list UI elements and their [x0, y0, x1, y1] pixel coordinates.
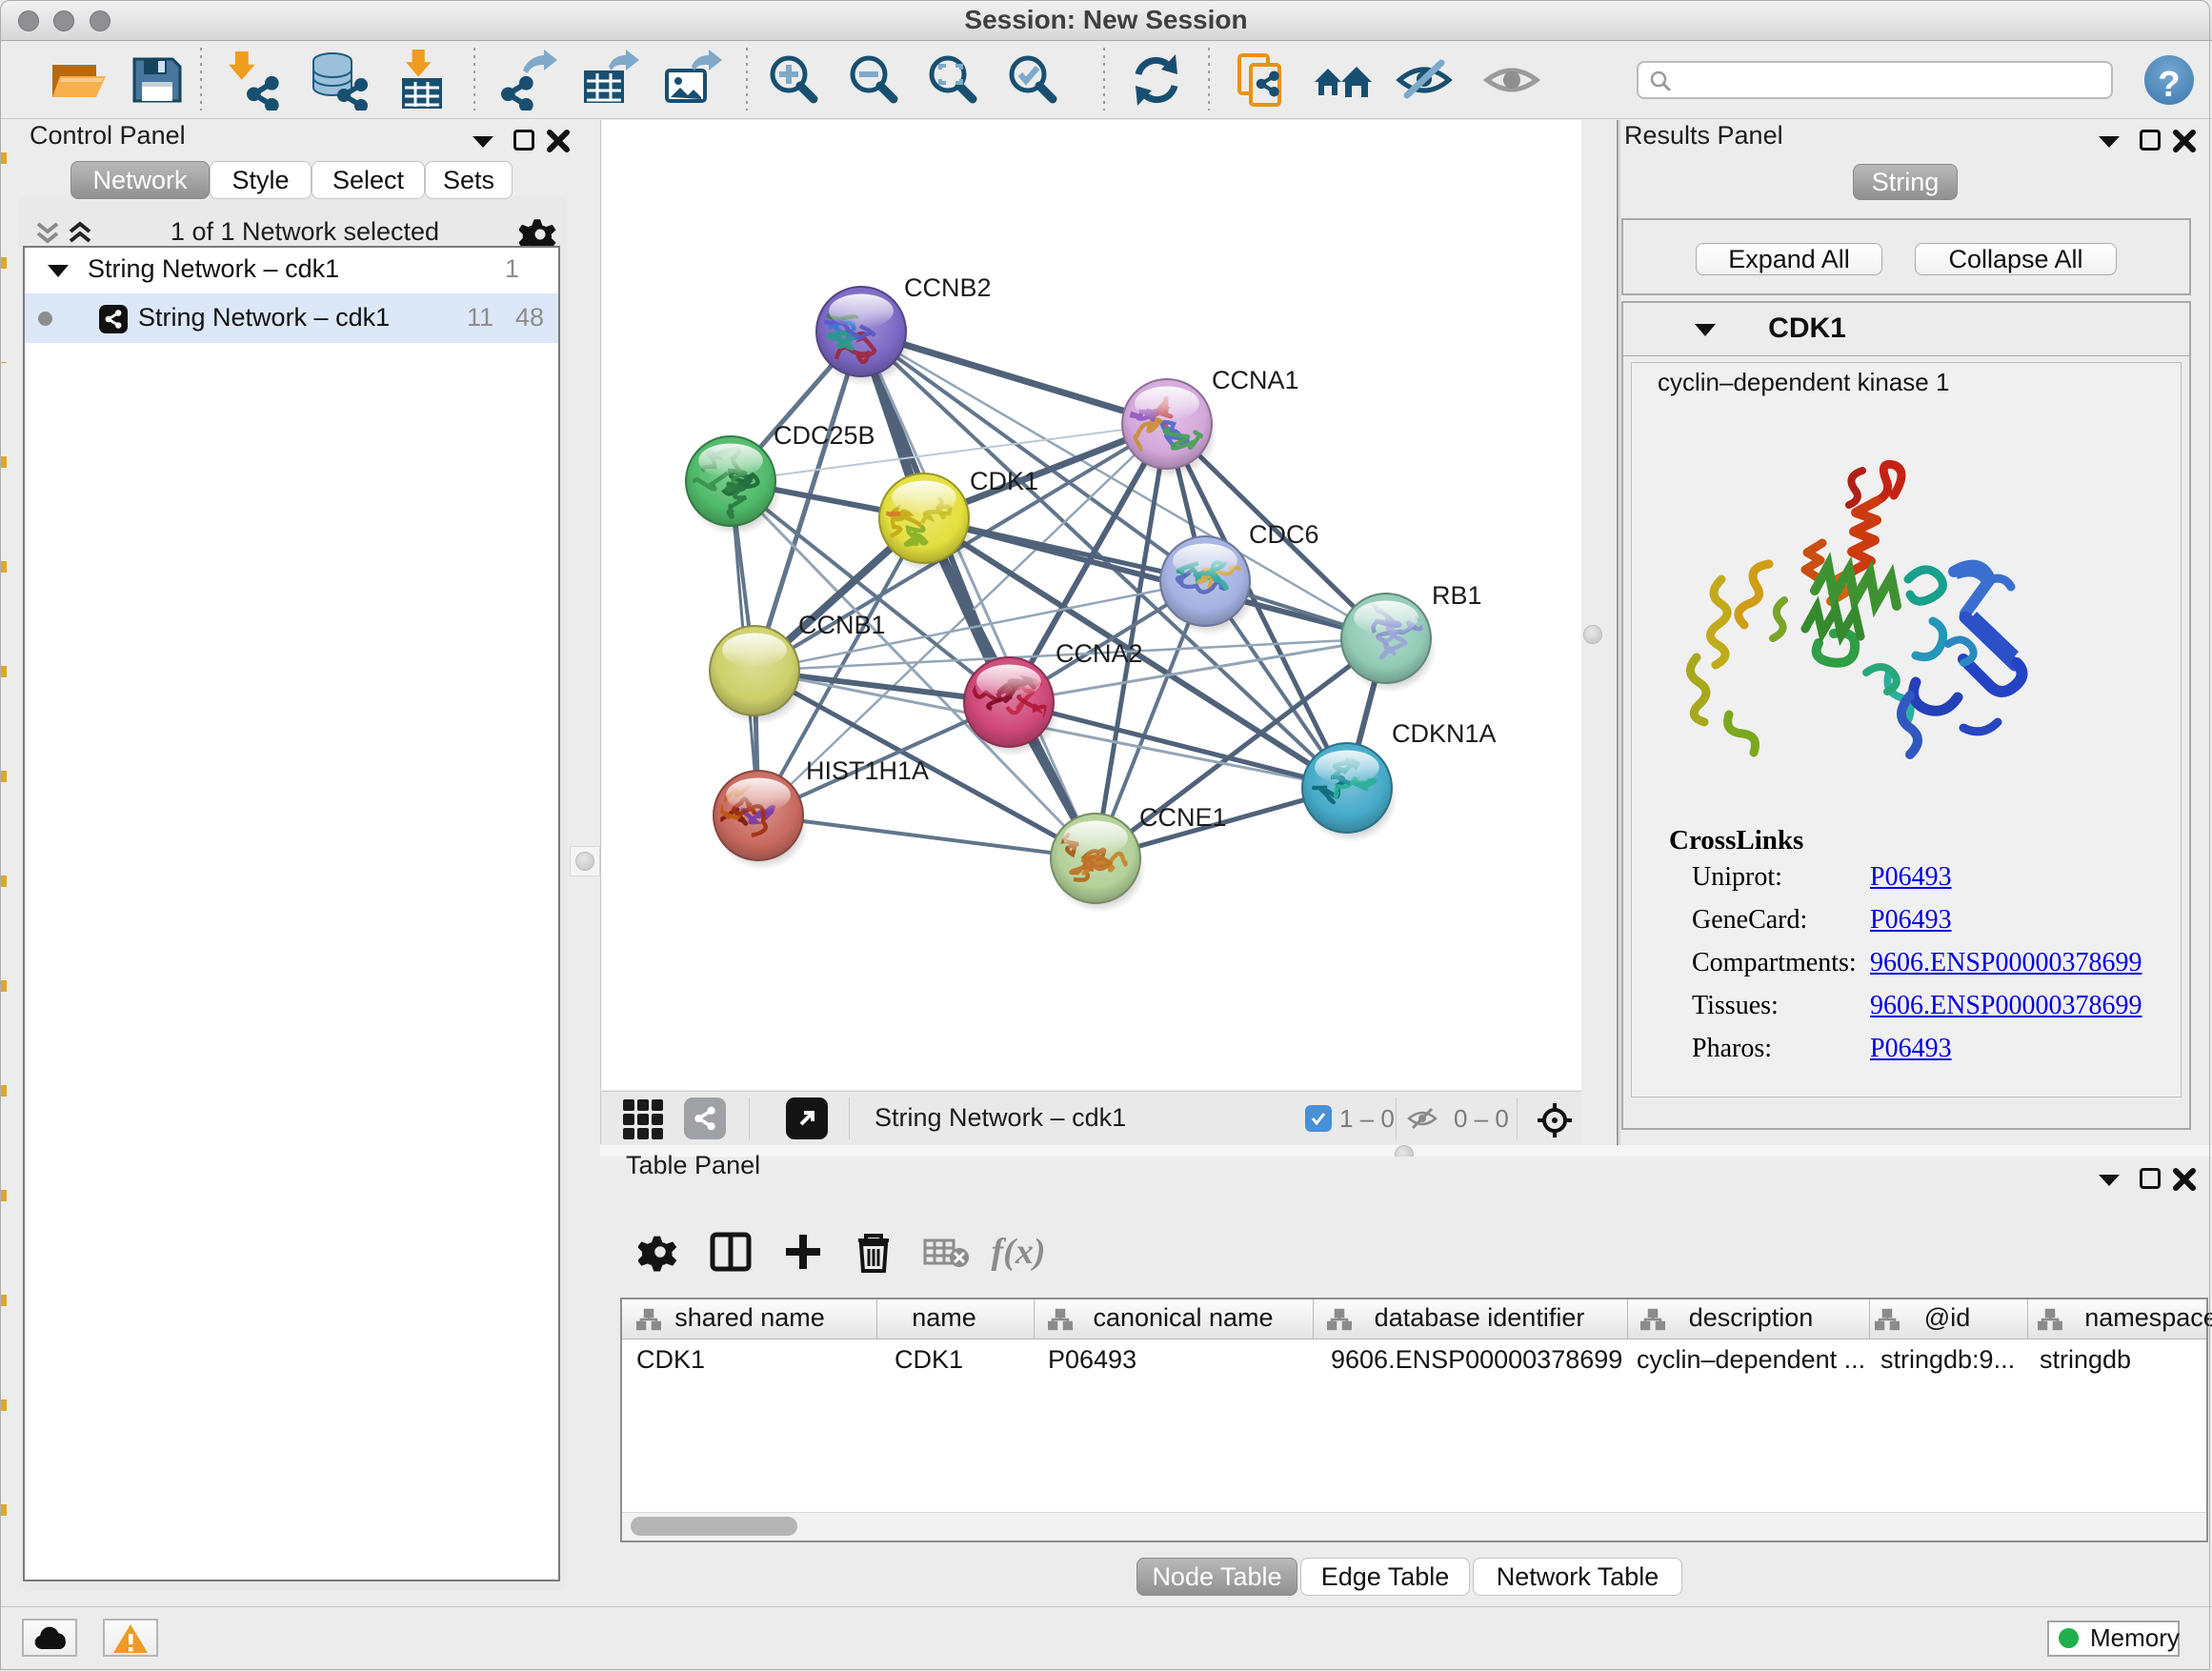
- svg-text:CCNE1: CCNE1: [1139, 803, 1227, 832]
- svg-text:CDC25B: CDC25B: [774, 421, 875, 450]
- svg-text:CCNB2: CCNB2: [904, 273, 992, 302]
- svg-text:CCNA2: CCNA2: [1056, 639, 1143, 668]
- svg-text:CDC6: CDC6: [1249, 520, 1319, 549]
- svg-text:CDKN1A: CDKN1A: [1392, 719, 1497, 748]
- svg-text:CCNA1: CCNA1: [1212, 366, 1299, 394]
- svg-text:CDK1: CDK1: [970, 467, 1038, 495]
- svg-text:HIST1H1A: HIST1H1A: [806, 756, 929, 785]
- svg-text:CCNB1: CCNB1: [798, 611, 886, 639]
- svg-text:RB1: RB1: [1432, 581, 1482, 610]
